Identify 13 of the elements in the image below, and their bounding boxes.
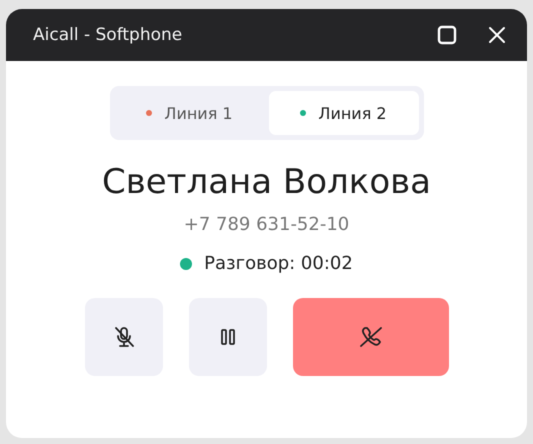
mute-button[interactable] [84,298,162,376]
pause-icon [220,329,234,345]
close-icon [488,26,506,44]
maximize-icon [437,25,457,45]
call-status: Разговор: 00:02 [204,253,353,274]
phone-number: +7 789 631-52-10 [184,214,350,235]
contact-name: Светлана Волкова [102,162,431,202]
window-title: Aicall - Softphone [33,25,184,45]
line-tab[interactable]: Линия 1 [114,91,264,135]
hang-up-icon [358,326,382,348]
muted-microphone-icon [114,326,134,348]
line-tab[interactable]: Линия 2 [268,91,418,135]
hold-button[interactable] [188,298,266,376]
